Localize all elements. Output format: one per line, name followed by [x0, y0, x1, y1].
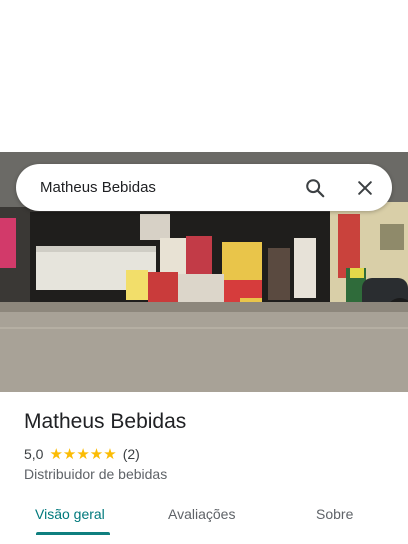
star-rating-icon: ★★★★★ [49, 446, 117, 463]
search-query[interactable]: Matheus Bebidas [40, 179, 300, 196]
review-count[interactable]: (2) [123, 446, 140, 462]
rating-value: 5,0 [24, 446, 44, 462]
place-info-panel: Matheus Bebidas 5,0 ★★★★★ (2) Distribuid… [0, 392, 408, 544]
close-icon[interactable] [350, 173, 380, 203]
tab-about[interactable]: Sobre [316, 506, 353, 522]
tab-bar: Visão geral Avaliações Sobre [0, 500, 408, 536]
tab-reviews[interactable]: Avaliações [168, 506, 235, 522]
place-category[interactable]: Distribuidor de bebidas [24, 466, 167, 482]
search-bar[interactable]: Matheus Bebidas [16, 164, 392, 211]
blank-header-area [0, 0, 408, 152]
tab-overview[interactable]: Visão geral [35, 506, 105, 522]
active-tab-indicator [36, 532, 110, 535]
search-icon[interactable] [300, 173, 330, 203]
rating-row[interactable]: 5,0 ★★★★★ (2) [24, 445, 140, 463]
place-title: Matheus Bebidas [24, 410, 187, 433]
